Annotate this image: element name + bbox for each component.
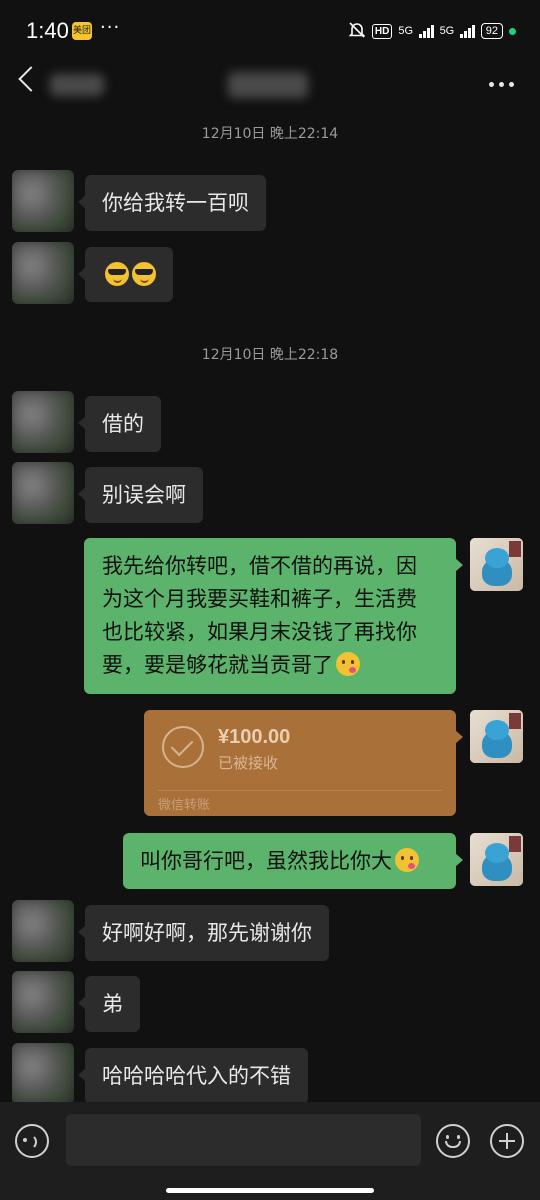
message-text: 别误会啊 [102,483,186,507]
battery-icon: 92 [480,23,503,39]
signal-icon-2 [460,24,475,38]
avatar-self[interactable] [470,833,523,886]
message-input[interactable] [66,1114,421,1166]
message-text-line: 为这个月我要买鞋和裤子，生活费 [102,587,417,611]
avatar-self[interactable] [470,538,523,591]
avatar-self[interactable] [470,710,523,763]
plus-icon[interactable] [490,1124,524,1158]
avatar[interactable] [12,462,74,524]
message-text: 叫你哥行吧，虽然我比你大 [140,849,392,873]
signal-icon-1 [419,24,434,38]
chat-header [0,62,540,108]
input-bar [0,1102,540,1200]
hd-badge: HD [371,23,393,39]
avatar[interactable] [12,971,74,1033]
emoji-icon[interactable] [436,1124,470,1158]
message-text: 好啊好啊，那先谢谢你 [102,921,312,945]
privacy-indicator-icon [509,27,516,35]
meituan-app-icon: 美团 [72,22,92,40]
message-text: 哈哈哈哈代入的不错 [102,1064,291,1088]
message-bubble-incoming[interactable]: 哈哈哈哈代入的不错 [78,1048,308,1104]
status-icons: HD 5G 5G 92 [348,20,516,42]
kissing-emoji-icon [336,652,360,676]
chat-title [228,72,308,98]
message-bubble-incoming[interactable] [78,247,173,302]
avatar[interactable] [12,391,74,453]
check-circle-icon [162,726,204,768]
divider [158,790,442,791]
back-unread-label [50,74,104,96]
message-bubble-outgoing[interactable]: 叫你哥行吧，虽然我比你大 [123,833,463,889]
voice-icon[interactable] [15,1124,49,1158]
status-overflow-icon: ··· [100,17,121,38]
message-text: 借的 [102,412,144,436]
transfer-footer-label: 微信转账 [158,798,211,813]
mute-bell-icon [348,21,366,42]
message-bubble-incoming[interactable]: 你给我转一百呗 [78,175,266,231]
message-text: 弟 [102,992,123,1016]
home-indicator[interactable] [166,1188,374,1193]
message-bubble-incoming[interactable]: 弟 [78,976,140,1032]
avatar[interactable] [12,1043,74,1105]
status-bar: 1:40 美团 ··· HD 5G 5G 92 [0,0,540,62]
avatar[interactable] [12,242,74,304]
message-text-line: 我先给你转吧，借不借的再说，因 [102,554,417,578]
kissing-emoji-icon [395,848,419,872]
message-text-line: 也比较紧，如果月末没钱了再找你 [102,620,417,644]
avatar[interactable] [12,900,74,962]
message-bubble-incoming[interactable]: 别误会啊 [78,467,203,523]
message-bubble-incoming[interactable]: 好啊好啊，那先谢谢你 [78,905,329,961]
timestamp: 12月10日 晚上22:18 [201,347,339,363]
avatar[interactable] [12,170,74,232]
message-text-line: 要，要是够花就当贡哥了 [102,653,333,677]
net-label-2: 5G [439,25,455,37]
transfer-amount: ¥100.00 [218,726,291,748]
message-bubble-outgoing[interactable]: 我先给你转吧，借不借的再说，因 为这个月我要买鞋和裤子，生活费 也比较紧，如果月… [84,538,463,694]
status-time: 1:40 [26,18,69,43]
message-bubble-incoming[interactable]: 借的 [78,396,161,452]
more-dots-icon[interactable] [489,82,514,87]
message-text: 你给我转一百呗 [102,191,249,215]
net-label-1: 5G [398,25,414,37]
chevron-left-icon[interactable] [18,66,44,92]
sunglasses-emoji-icon [105,262,129,286]
transfer-card[interactable]: ¥100.00 已被接收 微信转账 [144,710,463,816]
sunglasses-emoji-icon [132,262,156,286]
timestamp: 12月10日 晚上22:14 [201,126,339,142]
transfer-status: 已被接收 [218,754,279,772]
